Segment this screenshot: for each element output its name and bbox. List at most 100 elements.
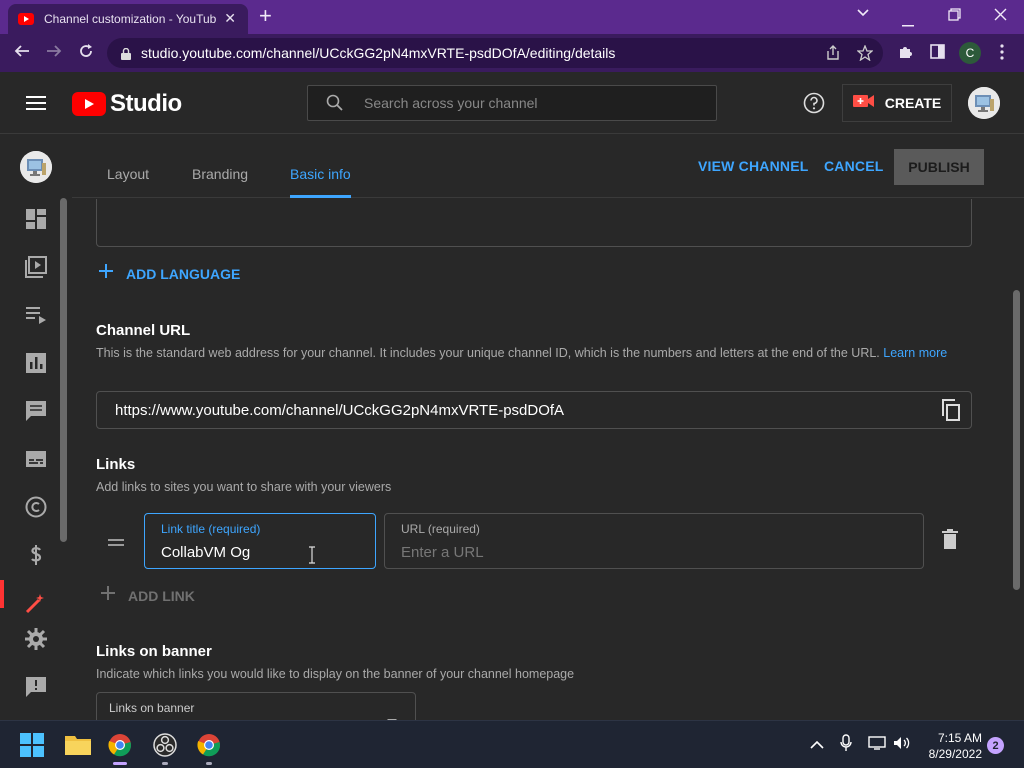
windows-start-icon[interactable] <box>20 733 44 757</box>
video-create-icon <box>852 93 875 114</box>
delete-link-icon[interactable] <box>942 529 958 554</box>
analytics-icon[interactable] <box>25 352 47 374</box>
content-scrollbar[interactable] <box>1013 290 1020 590</box>
browser-toolbar: studio.youtube.com/channel/UCckGG2pN4mxV… <box>0 34 1024 72</box>
links-on-banner-description: Indicate which links you would like to d… <box>96 667 575 681</box>
settings-icon[interactable] <box>25 628 47 650</box>
clock-date: 8/29/2022 <box>928 747 982 761</box>
tab-layout[interactable]: Layout <box>107 166 149 182</box>
account-avatar[interactable] <box>968 87 1000 119</box>
playlists-icon[interactable] <box>25 304 47 326</box>
side-panel-icon[interactable] <box>930 44 945 64</box>
windows-taskbar: 7:15 AM 8/29/2022 2 <box>0 720 1024 768</box>
help-icon[interactable] <box>803 92 825 114</box>
youtube-logo-icon <box>72 92 106 116</box>
logo-text: Studio <box>110 90 182 117</box>
feedback-icon[interactable] <box>25 676 47 698</box>
customization-icon[interactable] <box>25 592 47 614</box>
description-textarea[interactable] <box>96 199 972 247</box>
channel-url-desc-text: This is the standard web address for you… <box>96 346 880 360</box>
search-input[interactable] <box>364 95 694 111</box>
search-box[interactable] <box>307 85 717 121</box>
address-bar[interactable]: studio.youtube.com/channel/UCckGG2pN4mxV… <box>107 38 883 68</box>
link-url-field[interactable]: URL (required) <box>384 513 924 569</box>
new-tab-button[interactable]: + <box>259 5 272 27</box>
channel-url-description: This is the standard web address for you… <box>96 343 966 363</box>
dashboard-icon[interactable] <box>25 208 47 230</box>
publish-button[interactable]: PUBLISH <box>894 149 984 185</box>
menu-dots-icon[interactable] <box>1000 44 1004 65</box>
copyright-icon[interactable] <box>25 496 47 518</box>
studio-logo[interactable]: Studio <box>72 90 182 118</box>
reload-icon[interactable] <box>78 43 94 63</box>
text-cursor-icon <box>309 546 315 564</box>
chrome-icon[interactable] <box>108 733 132 757</box>
search-icon[interactable] <box>326 94 344 117</box>
obs-icon[interactable] <box>153 733 177 757</box>
network-icon[interactable] <box>868 736 886 753</box>
link-title-label: Link title (required) <box>161 522 261 536</box>
chrome-second-running-indicator <box>206 762 212 765</box>
left-sidebar <box>0 134 72 720</box>
view-channel-button[interactable]: VIEW CHANNEL <box>698 158 809 174</box>
copy-icon[interactable] <box>941 399 961 426</box>
link-title-input[interactable] <box>161 544 361 561</box>
screen: Channel customization - YouTube Studio ✕… <box>0 0 1024 768</box>
link-url-label: URL (required) <box>401 522 480 536</box>
profile-avatar[interactable]: C <box>959 42 981 64</box>
link-title-field[interactable]: Link title (required) <box>144 513 376 569</box>
tab-close-icon[interactable]: ✕ <box>224 10 236 27</box>
drag-handle-icon[interactable] <box>108 539 124 547</box>
extensions-icon[interactable] <box>898 43 914 64</box>
content-icon[interactable] <box>25 256 47 278</box>
link-url-input[interactable] <box>401 544 601 561</box>
basic-info-form: ADD LANGUAGE Channel URL This is the sta… <box>72 199 1012 720</box>
create-label: CREATE <box>884 95 942 111</box>
channel-avatar[interactable] <box>20 151 52 183</box>
plus-icon <box>98 263 114 284</box>
subtitles-icon[interactable] <box>25 448 47 470</box>
customization-tabs: Layout Branding Basic info VIEW CHANNEL … <box>72 134 1024 198</box>
tab-basic-info[interactable]: Basic info <box>290 166 351 182</box>
share-icon[interactable] <box>825 45 841 66</box>
obs-running-indicator <box>162 762 168 765</box>
channel-url-value[interactable]: https://www.youtube.com/channel/UCckGG2p… <box>115 402 564 419</box>
close-window-icon[interactable] <box>994 8 1007 25</box>
cancel-button[interactable]: CANCEL <box>824 158 884 174</box>
earn-icon[interactable] <box>25 544 47 566</box>
minimize-icon[interactable] <box>902 14 914 31</box>
back-icon[interactable] <box>14 43 30 63</box>
tab-branding[interactable]: Branding <box>192 166 248 182</box>
active-tab-underline <box>290 195 351 198</box>
add-language-button[interactable]: ADD LANGUAGE <box>98 263 240 284</box>
links-description: Add links to sites you want to share wit… <box>96 480 392 494</box>
chrome-second-icon[interactable] <box>197 733 221 757</box>
lock-icon[interactable] <box>121 47 131 60</box>
learn-more-link[interactable]: Learn more <box>883 346 947 360</box>
volume-icon[interactable] <box>893 736 911 753</box>
browser-tab[interactable]: Channel customization - YouTube Studio ✕ <box>8 4 248 34</box>
notification-badge[interactable]: 2 <box>987 737 1004 754</box>
add-link-label: ADD LINK <box>128 587 195 604</box>
forward-icon[interactable] <box>46 43 62 63</box>
links-on-banner-select[interactable]: Links on banner <box>96 692 416 720</box>
tray-overflow-icon[interactable] <box>810 737 824 753</box>
studio-header: Studio CREATE <box>0 72 1024 134</box>
channel-url-title: Channel URL <box>96 322 191 339</box>
channel-url-field[interactable]: https://www.youtube.com/channel/UCckGG2p… <box>96 391 972 429</box>
menu-icon[interactable] <box>26 96 46 110</box>
restore-icon[interactable] <box>948 8 961 25</box>
links-title: Links <box>96 456 136 473</box>
bookmark-star-icon[interactable] <box>856 44 874 66</box>
create-button[interactable]: CREATE <box>842 84 952 122</box>
links-on-banner-label: Links on banner <box>109 701 195 715</box>
tab-search-icon[interactable] <box>856 5 870 22</box>
sidebar-scrollbar[interactable] <box>60 198 67 542</box>
add-link-button[interactable]: ADD LINK <box>100 585 195 606</box>
system-clock[interactable]: 7:15 AM 8/29/2022 <box>920 730 982 762</box>
file-explorer-icon[interactable] <box>65 733 91 757</box>
comments-icon[interactable] <box>25 400 47 422</box>
microphone-icon[interactable] <box>840 734 852 755</box>
add-language-label: ADD LANGUAGE <box>126 265 241 282</box>
address-url[interactable]: studio.youtube.com/channel/UCckGG2pN4mxV… <box>141 45 615 61</box>
